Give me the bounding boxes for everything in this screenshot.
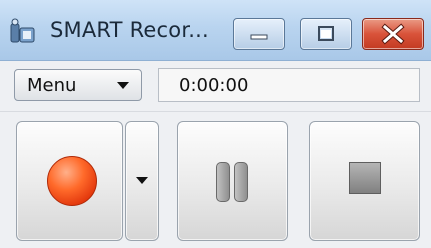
pause-bar-right [234, 162, 248, 202]
stop-icon [349, 162, 381, 194]
close-icon [381, 23, 405, 45]
stop-button[interactable] [309, 121, 420, 241]
record-icon [47, 156, 97, 206]
elapsed-time-text: 0:00:00 [179, 75, 249, 96]
record-options-button[interactable] [125, 121, 159, 241]
smart-recorder-window: SMART Recor... Menu 0:00:00 [0, 0, 431, 248]
maximize-button[interactable] [300, 18, 352, 50]
elapsed-time-display: 0:00:00 [158, 68, 420, 102]
maximize-icon [318, 26, 334, 41]
chevron-down-icon [136, 177, 148, 184]
pause-button[interactable] [177, 121, 288, 241]
menu-label: Menu [27, 75, 77, 96]
minimize-button[interactable] [233, 18, 285, 50]
close-button[interactable] [362, 18, 424, 50]
toolbar-row: Menu 0:00:00 [0, 61, 431, 112]
pause-bar-left [216, 162, 230, 202]
smart-recorder-app-icon [10, 18, 35, 43]
title-bar[interactable]: SMART Recor... [0, 0, 431, 61]
minimize-icon [250, 34, 268, 40]
record-button[interactable] [16, 121, 123, 241]
chevron-down-icon [117, 82, 129, 89]
window-title: SMART Recor... [50, 18, 209, 42]
menu-dropdown[interactable]: Menu [14, 69, 142, 101]
